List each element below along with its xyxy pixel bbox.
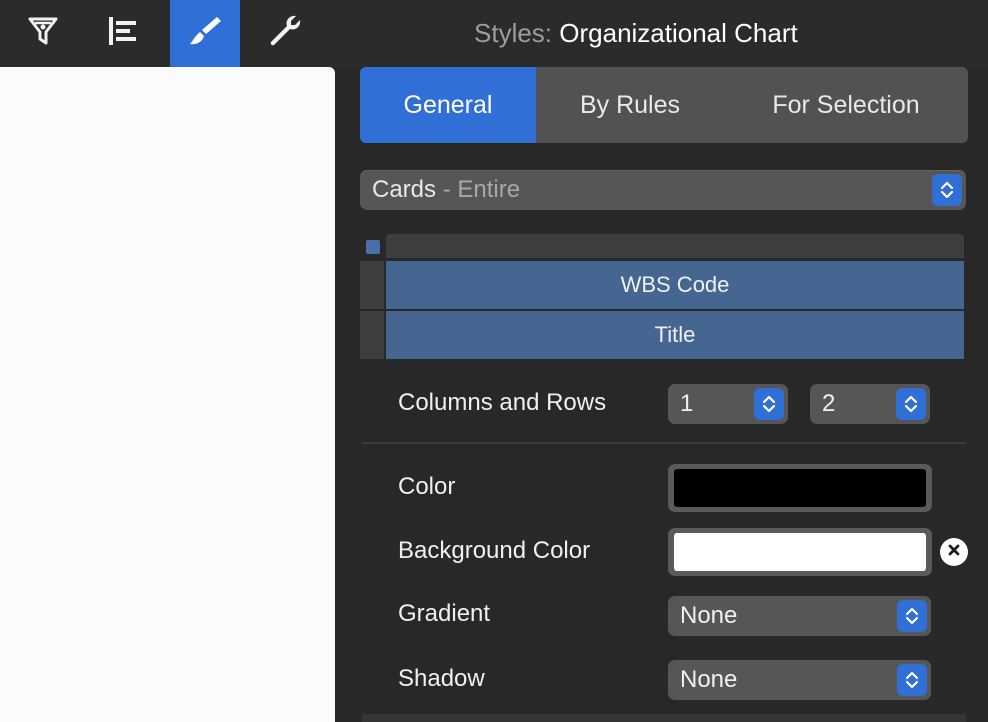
outline-tab-button[interactable] bbox=[88, 0, 158, 67]
styles-title: Styles: Organizational Chart bbox=[474, 18, 798, 49]
columns-rows-label: Columns and Rows bbox=[398, 389, 607, 416]
wrench-icon bbox=[266, 12, 304, 55]
grid-row-handle[interactable] bbox=[360, 311, 384, 359]
tab-by-rules[interactable]: By Rules bbox=[536, 67, 724, 143]
style-target-sub: Entire bbox=[457, 176, 521, 203]
stepper-arrows-icon[interactable] bbox=[896, 388, 926, 420]
close-icon bbox=[947, 543, 961, 562]
color-swatch bbox=[674, 469, 926, 507]
inspector-toolbar: Styles: Organizational Chart bbox=[0, 0, 988, 67]
outline-icon bbox=[104, 12, 142, 55]
grid-row-handle[interactable] bbox=[360, 261, 384, 309]
tab-general[interactable]: General bbox=[360, 67, 536, 143]
style-mode-tabs: General By Rules For Selection bbox=[360, 67, 968, 143]
gradient-value: None bbox=[680, 602, 738, 629]
color-label: Color bbox=[398, 473, 456, 500]
style-tab-button[interactable] bbox=[170, 0, 240, 67]
styles-title-name: Organizational Chart bbox=[559, 18, 798, 48]
section-divider bbox=[362, 442, 966, 444]
rows-stepper[interactable]: 2 bbox=[810, 384, 930, 424]
shadow-label: Shadow bbox=[398, 665, 485, 692]
shadow-select[interactable]: None bbox=[668, 660, 931, 700]
rows-value: 2 bbox=[822, 390, 836, 417]
background-color-well[interactable] bbox=[668, 528, 932, 576]
style-target-main: Cards bbox=[372, 176, 437, 203]
styles-title-prefix: Styles: bbox=[474, 18, 553, 48]
background-color-swatch bbox=[674, 533, 926, 571]
grid-select-all-handle[interactable] bbox=[366, 240, 380, 254]
gradient-label: Gradient bbox=[398, 600, 491, 627]
filter-tab-button[interactable] bbox=[8, 0, 78, 67]
columns-value: 1 bbox=[680, 390, 694, 417]
style-brush-icon bbox=[186, 12, 224, 55]
wrench-tab-button[interactable] bbox=[250, 0, 320, 67]
grid-column-header[interactable] bbox=[386, 234, 964, 258]
style-target-separator: - bbox=[436, 176, 458, 203]
card-field-wbs-code[interactable]: WBS Code bbox=[386, 261, 964, 309]
dropdown-arrows-icon bbox=[897, 664, 927, 696]
dropdown-arrows-icon bbox=[897, 600, 927, 632]
card-field-title[interactable]: Title bbox=[386, 311, 964, 359]
background-color-label: Background Color bbox=[398, 537, 591, 564]
next-section-edge bbox=[362, 714, 966, 722]
shadow-value: None bbox=[680, 666, 738, 693]
gradient-select[interactable]: None bbox=[668, 596, 931, 636]
tab-for-selection[interactable]: For Selection bbox=[724, 67, 968, 143]
style-target-dropdown[interactable]: Cards - Entire bbox=[360, 170, 966, 210]
dropdown-arrows-icon bbox=[932, 174, 962, 206]
columns-stepper[interactable]: 1 bbox=[668, 384, 788, 424]
stepper-arrows-icon[interactable] bbox=[754, 388, 784, 420]
chart-canvas[interactable] bbox=[0, 67, 335, 722]
filter-icon bbox=[24, 12, 62, 55]
color-well[interactable] bbox=[668, 464, 932, 512]
clear-background-color-button[interactable] bbox=[940, 538, 968, 566]
